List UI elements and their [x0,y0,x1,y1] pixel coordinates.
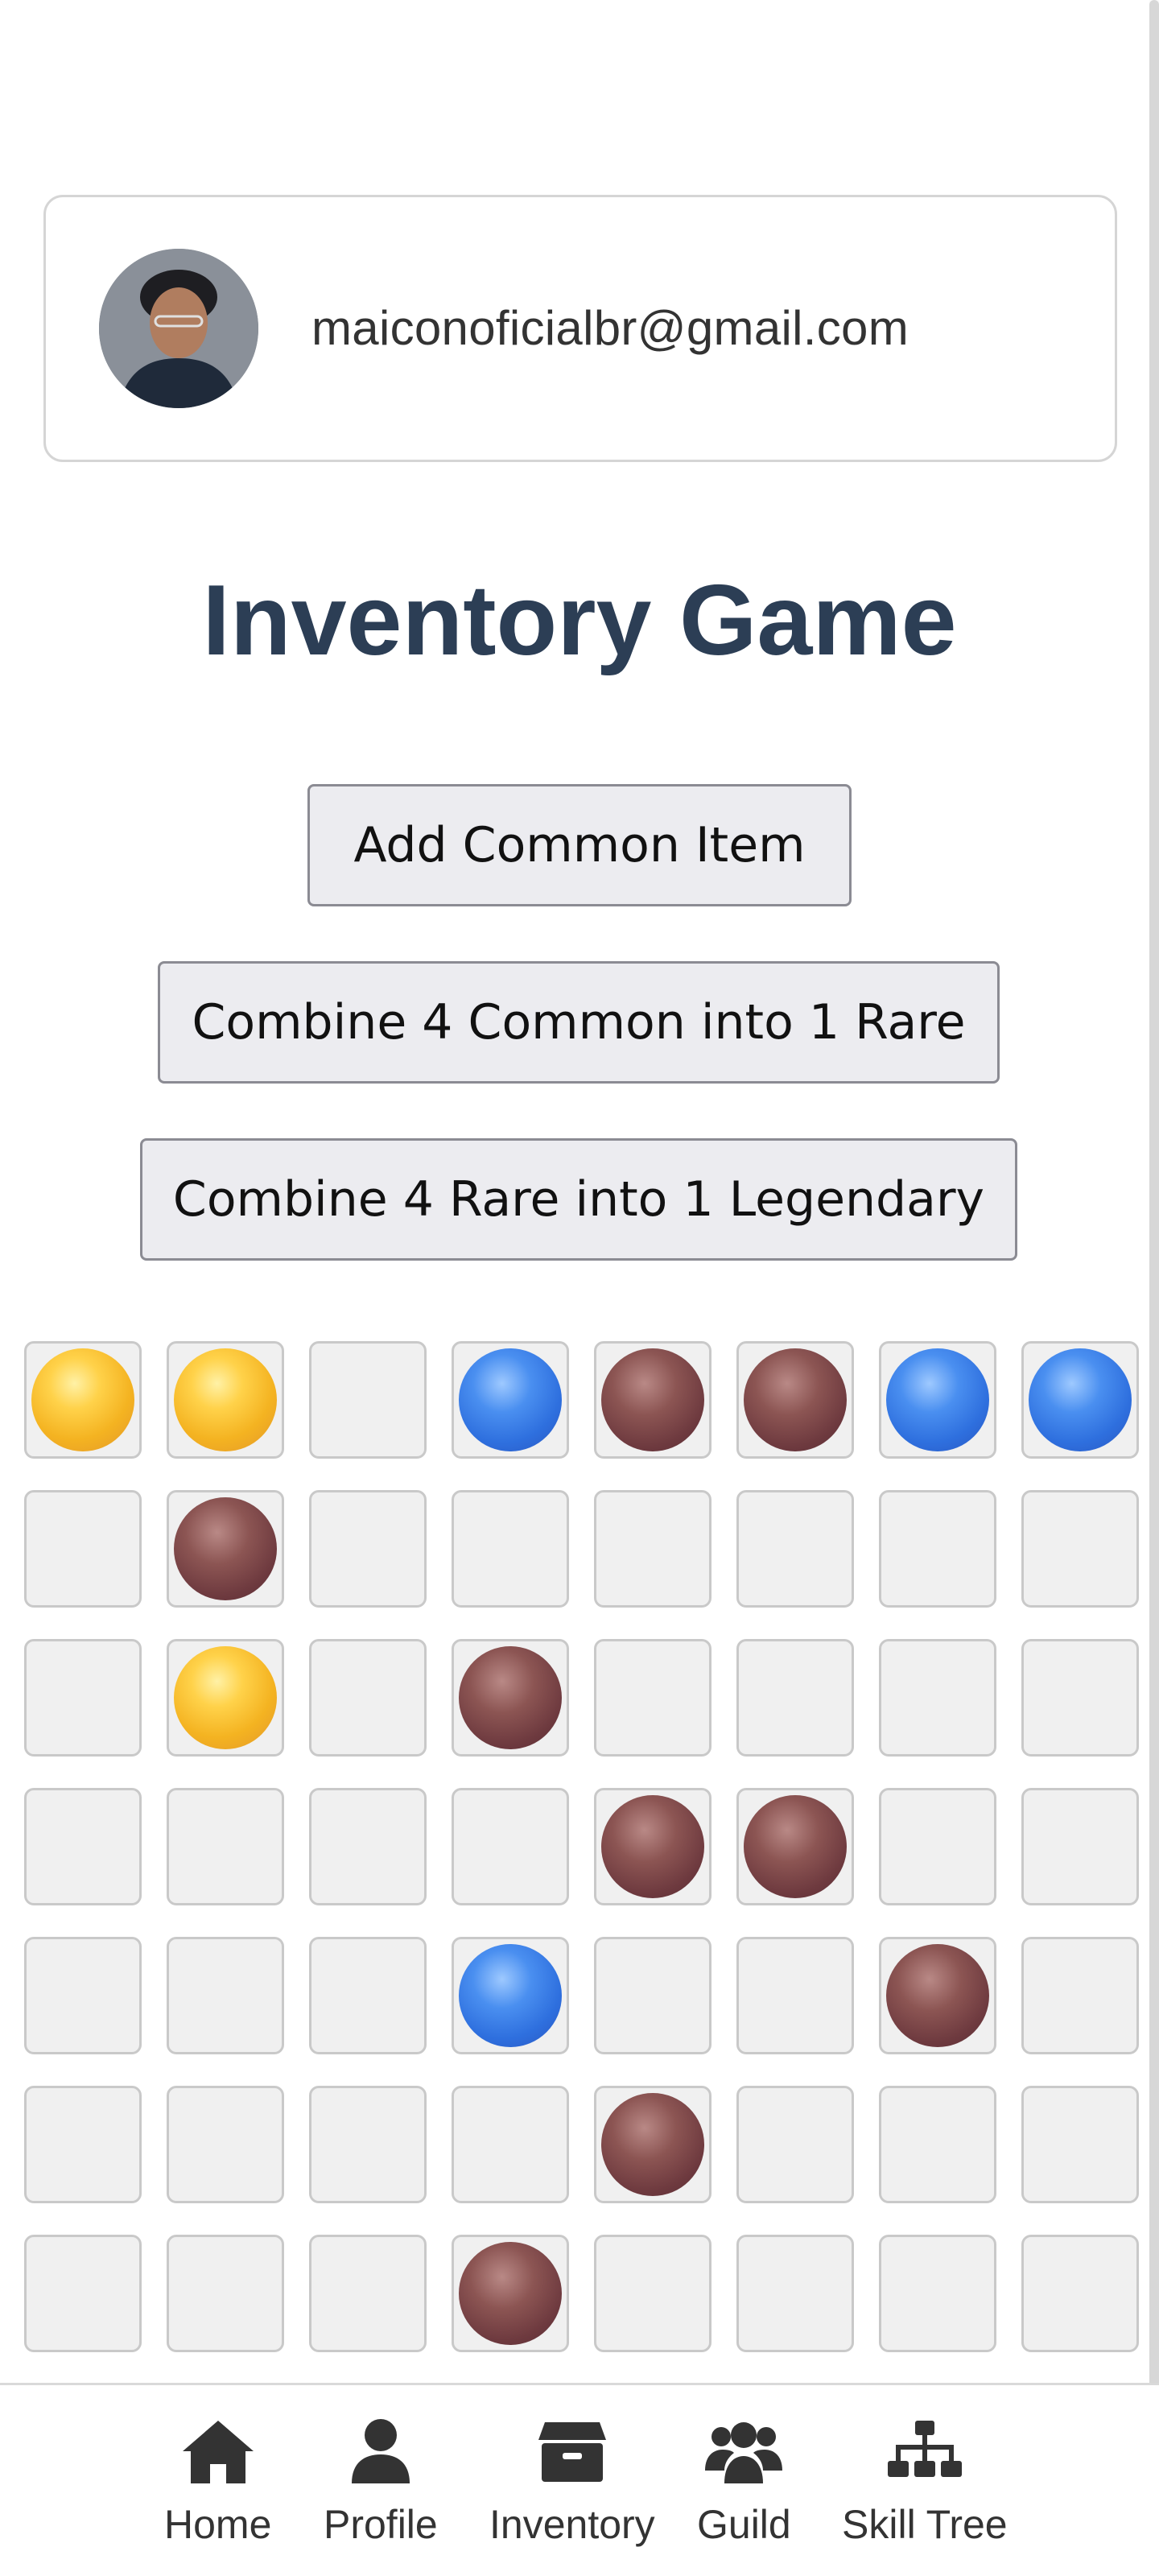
inventory-slot[interactable] [167,1937,284,2054]
inventory-slot[interactable] [452,1788,569,1905]
legendary-item[interactable] [601,2093,704,2196]
inventory-slot[interactable] [452,1937,569,2054]
rare-item[interactable] [459,1944,562,2047]
inventory-slot[interactable] [1021,1937,1139,2054]
inventory-slot[interactable] [594,1937,711,2054]
nav-item-inventory[interactable]: Inventory [489,2417,655,2548]
nav-label-home: Home [164,2502,272,2547]
avatar-image [99,249,258,408]
nav-item-home[interactable]: Home [164,2417,271,2548]
inventory-slot[interactable] [1021,2086,1139,2203]
inventory-slot[interactable] [309,1788,427,1905]
common-item[interactable] [174,1348,277,1451]
inventory-slot[interactable] [594,1490,711,1608]
inventory-grid [24,1341,1141,2352]
inventory-slot[interactable] [167,1639,284,1757]
inventory-slot[interactable] [309,1937,427,2054]
legendary-item[interactable] [174,1497,277,1600]
inventory-slot[interactable] [309,2235,427,2352]
rare-item[interactable] [886,1348,989,1451]
inventory-slot[interactable] [309,1639,427,1757]
inventory-slot[interactable] [167,1490,284,1608]
legendary-item[interactable] [459,2242,562,2345]
inventory-slot[interactable] [879,1788,996,1905]
nav-item-guild[interactable]: Guild [697,2417,791,2548]
inventory-slot[interactable] [309,2086,427,2203]
inventory-slot[interactable] [736,2086,854,2203]
inventory-slot[interactable] [167,1341,284,1459]
inventory-slot[interactable] [452,2086,569,2203]
inventory-slot[interactable] [879,1341,996,1459]
scrollbar-track[interactable] [1149,0,1159,2576]
inventory-slot[interactable] [24,2235,142,2352]
user-icon [351,2419,410,2483]
inventory-slot[interactable] [452,1490,569,1608]
inventory-slot[interactable] [879,2086,996,2203]
add-common-item-button[interactable]: Add Common Item [307,784,852,906]
inventory-slot[interactable] [24,1788,142,1905]
nav-label-inventory: Inventory [489,2502,655,2547]
inventory-slot[interactable] [167,1788,284,1905]
inventory-slot[interactable] [736,1490,854,1608]
legendary-item[interactable] [744,1795,847,1898]
legendary-item[interactable] [459,1646,562,1749]
box-icon [538,2422,606,2482]
inventory-slot[interactable] [167,2235,284,2352]
inventory-slot[interactable] [736,1341,854,1459]
inventory-slot[interactable] [309,1490,427,1608]
inventory-slot[interactable] [167,2086,284,2203]
nav-item-profile[interactable]: Profile [324,2417,438,2548]
inventory-slot[interactable] [879,1937,996,2054]
inventory-slot[interactable] [1021,1341,1139,1459]
inventory-slot[interactable] [879,1639,996,1757]
common-item[interactable] [174,1646,277,1749]
inventory-slot[interactable] [594,2235,711,2352]
inventory-slot[interactable] [1021,1788,1139,1905]
scrollbar-thumb[interactable] [1149,0,1159,2576]
legendary-item[interactable] [601,1348,704,1451]
legendary-item[interactable] [744,1348,847,1451]
legendary-item[interactable] [601,1795,704,1898]
sitemap-icon [887,2421,962,2477]
nav-item-skill-tree[interactable]: Skill Tree [842,2417,1008,2548]
inventory-slot[interactable] [879,1490,996,1608]
profile-card: maiconoficialbr@gmail.com [43,195,1117,462]
legendary-item[interactable] [886,1944,989,2047]
user-email: maiconoficialbr@gmail.com [311,301,909,355]
inventory-slot[interactable] [594,1639,711,1757]
nav-label-profile: Profile [324,2502,438,2547]
inventory-slot[interactable] [24,1639,142,1757]
combine-legendary-button[interactable]: Combine 4 Rare into 1 Legendary [140,1138,1017,1261]
inventory-slot[interactable] [452,1341,569,1459]
inventory-slot[interactable] [594,2086,711,2203]
inventory-slot[interactable] [1021,1639,1139,1757]
inventory-slot[interactable] [24,1937,142,2054]
inventory-slot[interactable] [24,1341,142,1459]
nav-label-guild: Guild [697,2502,791,2547]
home-icon [182,2421,254,2483]
rare-item[interactable] [1029,1348,1132,1451]
inventory-slot[interactable] [309,1341,427,1459]
inventory-slot[interactable] [736,2235,854,2352]
inventory-slot[interactable] [1021,1490,1139,1608]
inventory-slot[interactable] [594,1788,711,1905]
inventory-slot[interactable] [736,1639,854,1757]
inventory-slot[interactable] [24,1490,142,1608]
inventory-slot[interactable] [1021,2235,1139,2352]
inventory-slot[interactable] [736,1937,854,2054]
avatar [99,249,258,408]
nav-label-skill-tree: Skill Tree [842,2502,1008,2547]
combine-rare-button[interactable]: Combine 4 Common into 1 Rare [158,961,1000,1084]
inventory-slot[interactable] [594,1341,711,1459]
common-item[interactable] [31,1348,134,1451]
page-title: Inventory Game [202,565,957,676]
inventory-slot[interactable] [879,2235,996,2352]
inventory-slot[interactable] [452,2235,569,2352]
inventory-slot[interactable] [736,1788,854,1905]
users-icon [705,2422,783,2483]
rare-item[interactable] [459,1348,562,1451]
inventory-slot[interactable] [452,1639,569,1757]
bottom-nav: Home Profile Inventory Guild Skill Tree [0,2383,1159,2576]
inventory-slot[interactable] [24,2086,142,2203]
